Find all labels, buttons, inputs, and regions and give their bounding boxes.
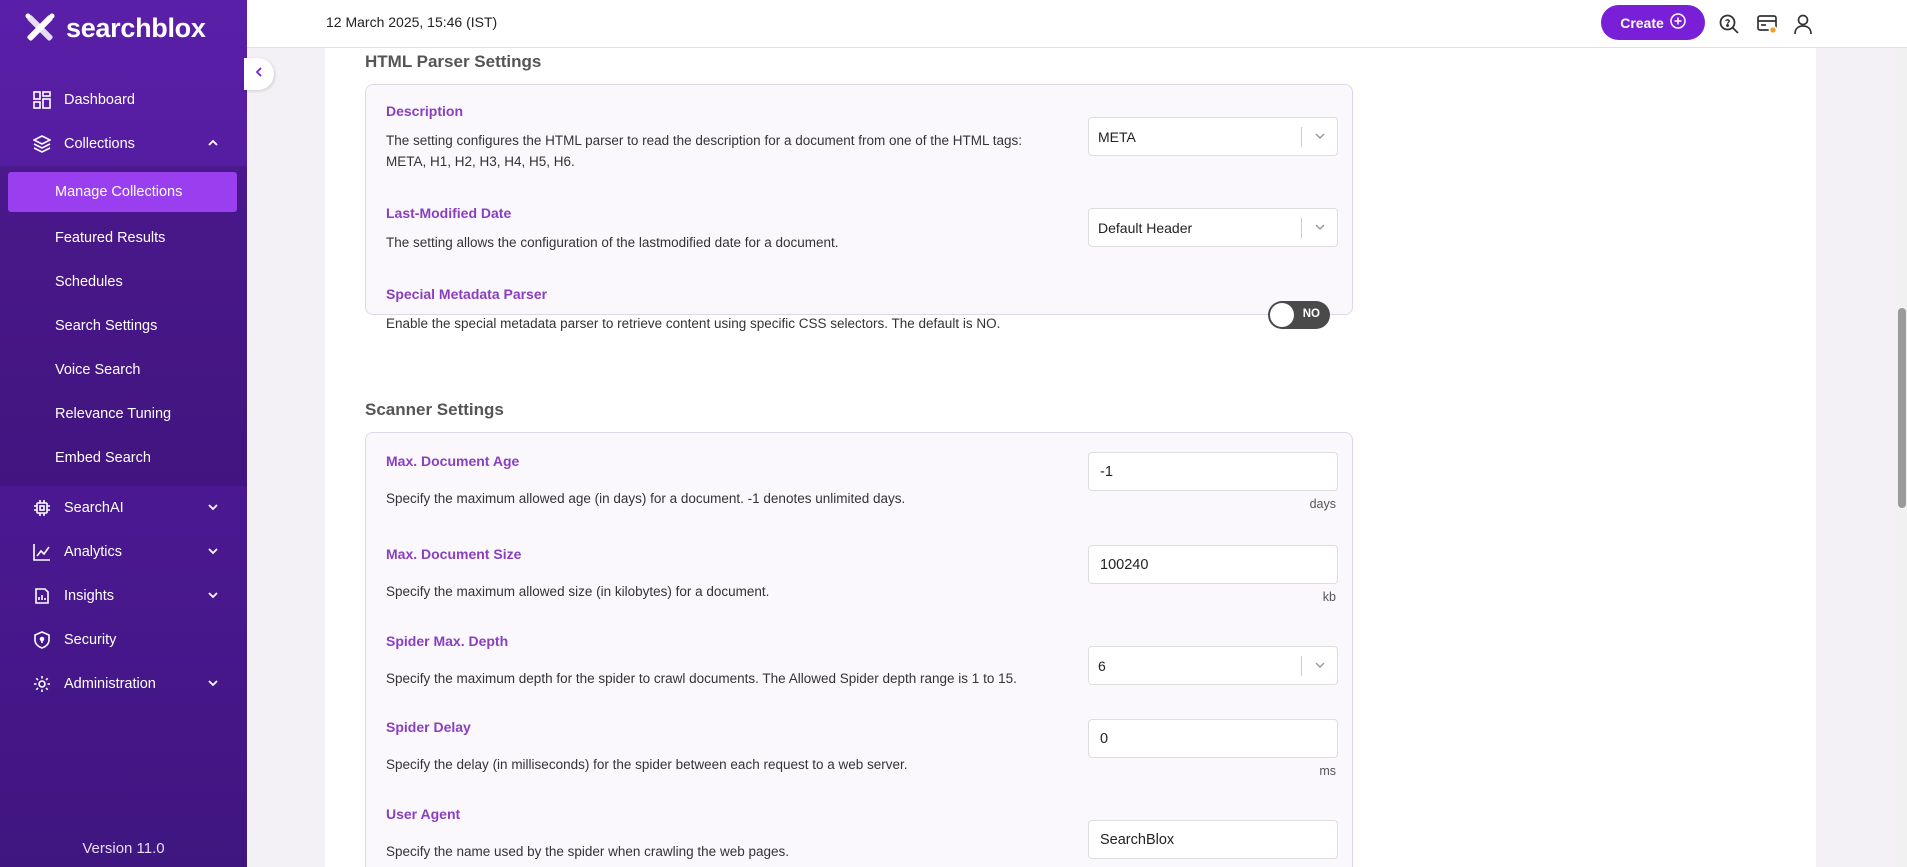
user-agent-input[interactable] <box>1088 820 1338 859</box>
sidebar-item-label: SearchAI <box>64 500 124 516</box>
layers-icon <box>32 134 52 154</box>
last-modified-help: The setting allows the configuration of … <box>386 235 839 250</box>
max-depth-select[interactable]: 6 <box>1088 646 1338 685</box>
max-depth-value: 6 <box>1098 657 1106 674</box>
chevron-left-icon <box>253 65 265 83</box>
search-help-icon[interactable] <box>1717 12 1741 36</box>
sidebar-item-searchai[interactable]: SearchAI <box>0 486 247 530</box>
delay-help: Specify the delay (in milliseconds) for … <box>386 757 908 772</box>
user-icon[interactable] <box>1791 12 1815 36</box>
sidebar-item-label: Security <box>64 632 117 648</box>
select-divider <box>1301 127 1302 147</box>
chart-icon <box>32 542 52 562</box>
scanner-card: Max. Document Age Specify the maximum al… <box>365 432 1353 867</box>
create-button[interactable]: Create <box>1601 5 1705 40</box>
sidebar-item-analytics[interactable]: Analytics <box>0 530 247 574</box>
description-select[interactable]: META <box>1088 117 1338 156</box>
logo-text: searchblox <box>66 12 206 43</box>
shield-icon <box>32 630 52 650</box>
chevron-down-icon <box>207 677 219 693</box>
last-modified-label: Last-Modified Date <box>386 205 512 221</box>
chevron-down-icon <box>1313 220 1327 237</box>
sidebar-nav: Dashboard Collections Manage Collections… <box>0 78 247 706</box>
sidebar-item-search-settings[interactable]: Search Settings <box>0 304 247 348</box>
max-depth-help: Specify the maximum depth for the spider… <box>386 671 1017 686</box>
chip-icon <box>32 498 52 518</box>
max-age-label: Max. Document Age <box>386 453 520 469</box>
sidebar-item-collections[interactable]: Collections <box>0 122 247 166</box>
max-depth-label: Spider Max. Depth <box>386 633 509 649</box>
create-label: Create <box>1620 14 1664 31</box>
max-age-input[interactable] <box>1088 452 1338 491</box>
sidebar-collapse-button[interactable] <box>244 58 274 90</box>
chevron-down-icon <box>207 589 219 605</box>
scanner-title: Scanner Settings <box>365 400 504 419</box>
current-datetime: 12 March 2025, 15:46 (IST) <box>326 14 498 30</box>
sidebar-item-manage-collections[interactable]: Manage Collections <box>8 172 237 212</box>
last-modified-value: Default Header <box>1098 219 1193 236</box>
dashboard-icon <box>32 90 52 110</box>
toggle-label: NO <box>1302 308 1320 320</box>
sidebar-item-label: Insights <box>64 588 114 604</box>
max-size-unit: kb <box>1322 590 1336 604</box>
sidebar-item-embed-search[interactable]: Embed Search <box>0 436 247 480</box>
delay-label: Spider Delay <box>386 719 471 735</box>
sidebar: searchblox Dashboard Collections Manage … <box>0 0 247 867</box>
chevron-down-icon <box>1313 658 1327 675</box>
sidebar-item-label: Administration <box>64 676 156 692</box>
special-metadata-toggle[interactable]: NO <box>1268 301 1330 329</box>
max-size-label: Max. Document Size <box>386 546 522 562</box>
last-modified-select[interactable]: Default Header <box>1088 208 1338 247</box>
chevron-down-icon <box>207 501 219 517</box>
special-metadata-help: Enable the special metadata parser to re… <box>386 316 1001 331</box>
html-parser-card: Description The setting configures the H… <box>365 84 1353 331</box>
select-divider <box>1301 218 1302 238</box>
sidebar-item-voice-search[interactable]: Voice Search <box>0 348 247 392</box>
sidebar-item-label: Analytics <box>64 544 123 560</box>
main-content: HTML Parser Settings Description The set… <box>325 48 1816 867</box>
select-divider <box>1301 656 1302 676</box>
insights-icon <box>32 586 52 606</box>
version-label: Version 11.0 <box>82 840 165 857</box>
user-agent-help: Specify the name used by the spider when… <box>386 844 789 859</box>
delay-input[interactable] <box>1088 719 1338 758</box>
plus-circle-icon <box>1670 13 1686 32</box>
user-agent-label: User Agent <box>386 806 461 822</box>
special-metadata-label: Special Metadata Parser <box>386 286 548 302</box>
sidebar-item-schedules[interactable]: Schedules <box>0 260 247 304</box>
sidebar-item-label: Collections <box>64 136 135 152</box>
searchblox-logo-icon <box>22 10 58 46</box>
chevron-down-icon <box>1313 129 1327 146</box>
max-size-help: Specify the maximum allowed size (in kil… <box>386 584 770 599</box>
sidebar-item-security[interactable]: Security <box>0 618 247 662</box>
page-scrollbar-thumb[interactable] <box>1898 308 1906 508</box>
max-age-unit: days <box>1309 497 1336 511</box>
max-size-input[interactable] <box>1088 545 1338 584</box>
chevron-down-icon <box>207 545 219 561</box>
description-help: The setting configures the HTML parser t… <box>386 133 1023 169</box>
chevron-up-icon <box>207 137 219 153</box>
html-parser-title: HTML Parser Settings <box>365 52 542 71</box>
description-label: Description <box>386 103 464 119</box>
gear-icon <box>32 674 52 694</box>
max-age-help: Specify the maximum allowed age (in days… <box>386 491 906 506</box>
sidebar-item-label: Dashboard <box>64 92 135 108</box>
sidebar-item-featured-results[interactable]: Featured Results <box>0 216 247 260</box>
sidebar-item-dashboard[interactable]: Dashboard <box>0 78 247 122</box>
notifications-icon[interactable] <box>1755 12 1779 36</box>
toggle-knob <box>1270 303 1294 327</box>
top-bar: 12 March 2025, 15:46 (IST) Create <box>247 0 1907 48</box>
description-value: META <box>1098 128 1136 145</box>
sidebar-item-insights[interactable]: Insights <box>0 574 247 618</box>
collections-submenu: Manage Collections Featured Results Sche… <box>0 166 247 486</box>
delay-unit: ms <box>1319 764 1336 778</box>
logo[interactable]: searchblox <box>22 10 206 46</box>
sidebar-item-administration[interactable]: Administration <box>0 662 247 706</box>
sidebar-item-relevance-tuning[interactable]: Relevance Tuning <box>0 392 247 436</box>
